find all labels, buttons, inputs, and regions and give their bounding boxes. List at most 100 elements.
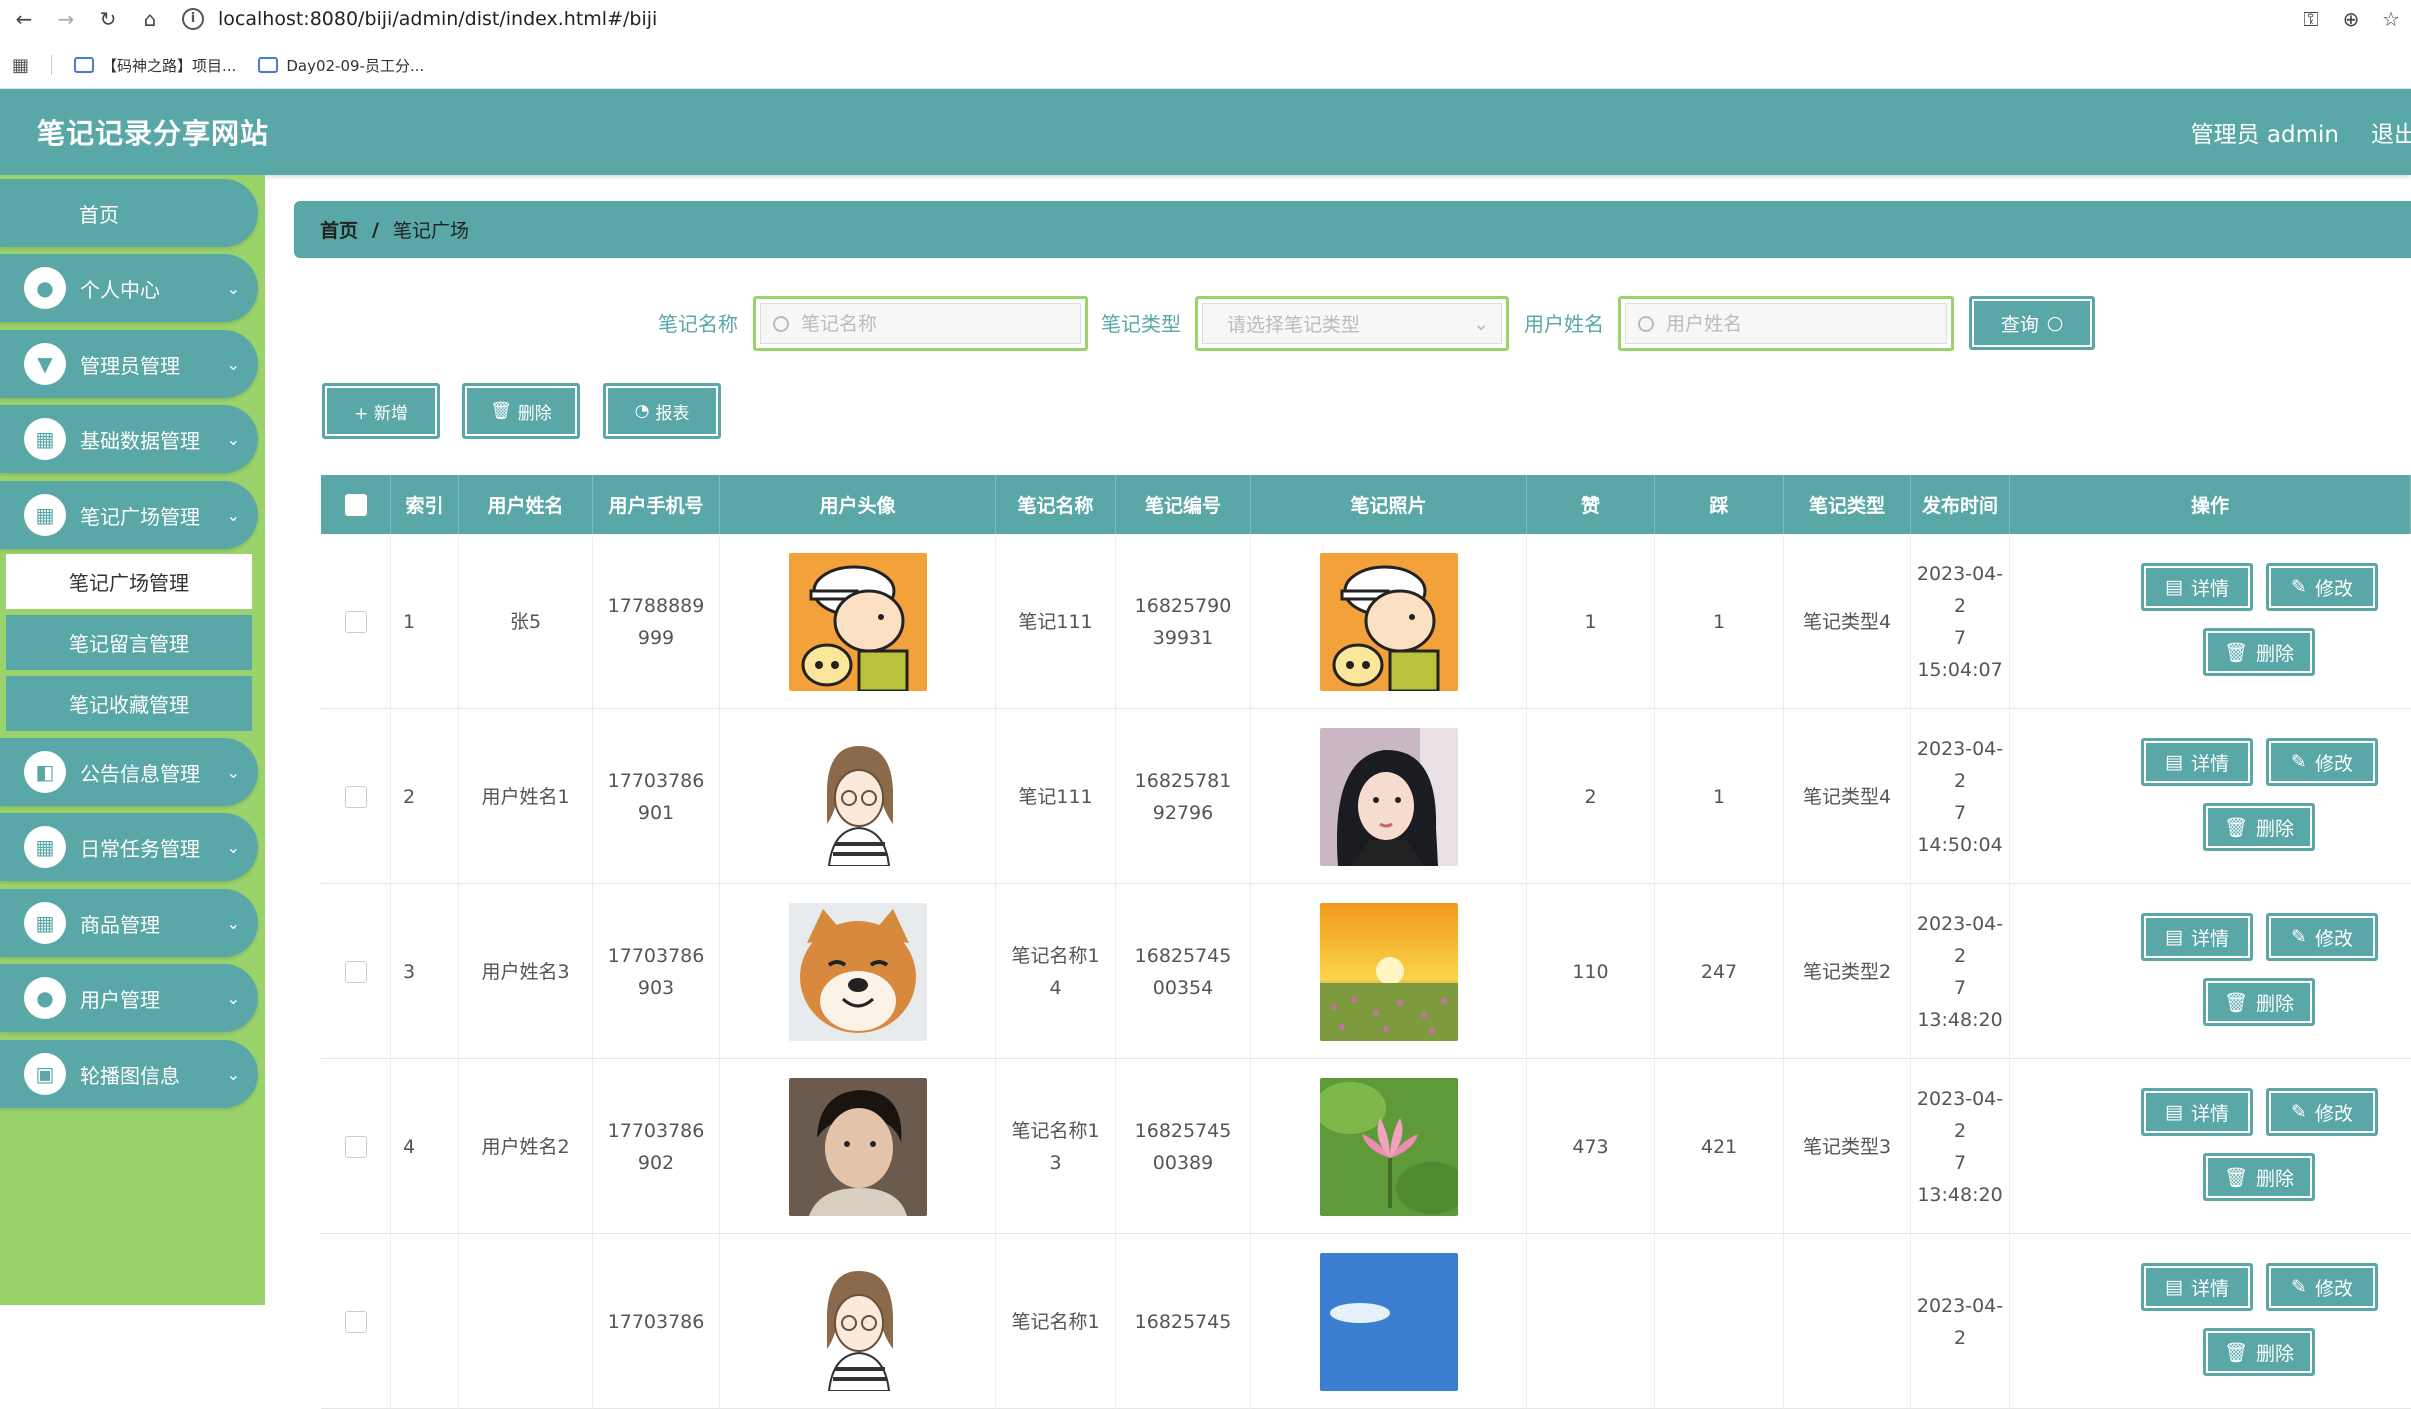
delete-button[interactable]: 🗑 删除 bbox=[462, 383, 580, 439]
select-all-checkbox[interactable] bbox=[344, 493, 367, 516]
sidebar-item-notices[interactable]: ◧ 公告信息管理 ⌄ bbox=[0, 738, 258, 806]
sidebar-item-home[interactable]: 首页 bbox=[0, 179, 258, 247]
table-cell: 2023-04-2 7 14:50:04 bbox=[1911, 709, 2010, 884]
table-cell: 17703786 902 bbox=[593, 1059, 720, 1234]
table-cell: 2 bbox=[391, 709, 459, 884]
note-name-label: 笔记名称 bbox=[658, 312, 738, 336]
app-header: 笔记记录分享网站 管理员 admin 退出 bbox=[0, 89, 2411, 175]
sidebar-item-carousel[interactable]: ▣ 轮播图信息 ⌄ bbox=[0, 1040, 258, 1108]
sidebar-item-label: 个人中心 bbox=[80, 277, 160, 302]
note-name-field[interactable] bbox=[753, 296, 1088, 351]
reload-icon[interactable]: ↻ bbox=[90, 4, 126, 34]
table-cell: 笔记名称1 4 bbox=[996, 884, 1116, 1059]
row-select bbox=[321, 534, 391, 709]
user-avatar-cell bbox=[720, 709, 996, 884]
bookmark-item[interactable]: 【码神之路】项目... bbox=[74, 55, 236, 76]
edit-button[interactable]: ✎ 修改 bbox=[2266, 913, 2378, 961]
row-delete-button[interactable]: 🗑 删除 bbox=[2203, 803, 2315, 851]
report-button-label: 报表 bbox=[655, 403, 690, 424]
report-button[interactable]: ◔ 报表 bbox=[603, 383, 721, 439]
submenu-note-comments[interactable]: 笔记留言管理 bbox=[6, 615, 252, 670]
detail-button[interactable]: ▤ 详情 bbox=[2141, 1088, 2253, 1136]
add-button[interactable]: + 新增 bbox=[322, 383, 440, 439]
user-name-label: 用户姓名 bbox=[1524, 312, 1604, 336]
detail-button[interactable]: ▤ 详情 bbox=[2141, 1263, 2253, 1311]
detail-button[interactable]: ▤ 详情 bbox=[2141, 913, 2253, 961]
chevron-down-icon: ⌄ bbox=[226, 354, 240, 374]
note-photo-cell bbox=[1251, 709, 1527, 884]
browser-actions: ⚿ ⊕ ☆ bbox=[2291, 0, 2411, 37]
home-icon[interactable]: ⌂ bbox=[132, 4, 168, 34]
table-cell: 笔记类型3 bbox=[1784, 1059, 1911, 1234]
grid-icon: ▦ bbox=[24, 494, 66, 536]
column-header: 操作 bbox=[2010, 475, 2411, 534]
note-name-input[interactable] bbox=[801, 312, 1080, 335]
table-cell: 4 bbox=[391, 1059, 459, 1234]
submenu-note-square[interactable]: 笔记广场管理 bbox=[6, 554, 252, 609]
cell-text: 17703786 901 bbox=[607, 769, 705, 824]
user-avatar bbox=[788, 1252, 927, 1391]
apps-grid-icon[interactable]: ▦ bbox=[12, 55, 29, 76]
table-cell: 笔记111 bbox=[996, 534, 1116, 709]
cell-text: 2023-04-2 7 13:48:20 bbox=[1916, 1087, 2004, 1206]
sidebar-item-profile[interactable]: ● 个人中心 ⌄ bbox=[0, 254, 258, 322]
sidebar-item-basic-data[interactable]: ▦ 基础数据管理 ⌄ bbox=[0, 405, 258, 473]
document-icon: ▤ bbox=[2165, 1276, 2183, 1298]
edit-button[interactable]: ✎ 修改 bbox=[2266, 1088, 2378, 1136]
note-type-select[interactable]: 请选择笔记类型 ⌄ bbox=[1195, 296, 1509, 351]
note-photo bbox=[1319, 727, 1458, 866]
sidebar-item-label: 基础数据管理 bbox=[80, 428, 200, 453]
zoom-icon[interactable]: ⊕ bbox=[2331, 7, 2371, 31]
forward-arrow-icon[interactable]: → bbox=[48, 4, 84, 34]
row-delete-button[interactable]: 🗑 删除 bbox=[2203, 1328, 2315, 1376]
user-name-field[interactable] bbox=[1618, 296, 1954, 351]
row-checkbox[interactable] bbox=[344, 785, 367, 808]
breadcrumb-home[interactable]: 首页 bbox=[320, 216, 358, 243]
address-bar[interactable]: i localhost:8080/biji/admin/dist/index.h… bbox=[182, 3, 657, 35]
table-cell: 用户姓名2 bbox=[459, 1059, 593, 1234]
user-name-input[interactable] bbox=[1666, 312, 1946, 335]
table-cell: 17703786 901 bbox=[593, 709, 720, 884]
edit-button[interactable]: ✎ 修改 bbox=[2266, 563, 2378, 611]
site-info-icon[interactable]: i bbox=[182, 7, 204, 30]
sidebar: 首页 ● 个人中心 ⌄ ▼ 管理员管理 ⌄ ▦ 基础数据管理 ⌄ ▦ 笔记广场管理 ⌄ 笔记广场… bbox=[0, 175, 265, 1305]
table-cell: 16825781 92796 bbox=[1116, 709, 1251, 884]
detail-button[interactable]: ▤ 详情 bbox=[2141, 563, 2253, 611]
edit-button[interactable]: ✎ 修改 bbox=[2266, 1263, 2378, 1311]
row-delete-button[interactable]: 🗑 删除 bbox=[2203, 1153, 2315, 1201]
table-cell: 473 bbox=[1527, 1059, 1655, 1234]
row-checkbox[interactable] bbox=[344, 1310, 367, 1333]
back-arrow-icon[interactable]: ← bbox=[6, 4, 42, 34]
sidebar-item-users[interactable]: ● 用户管理 ⌄ bbox=[0, 964, 258, 1032]
submenu-note-favorites[interactable]: 笔记收藏管理 bbox=[6, 676, 252, 731]
row-checkbox[interactable] bbox=[344, 960, 367, 983]
document-icon: ▤ bbox=[2165, 751, 2183, 773]
bookmark-folder-icon bbox=[258, 57, 279, 73]
row-checkbox[interactable] bbox=[344, 610, 367, 633]
sidebar-item-daily-tasks[interactable]: ▦ 日常任务管理 ⌄ bbox=[0, 813, 258, 881]
bookmark-item[interactable]: Day02-09-员工分... bbox=[258, 55, 424, 76]
pencil-icon: ✎ bbox=[2291, 926, 2307, 948]
table-cell: 2023-04-2 7 15:04:07 bbox=[1911, 534, 2010, 709]
document-icon: ▤ bbox=[2165, 1101, 2183, 1123]
sidebar-item-products[interactable]: ▦ 商品管理 ⌄ bbox=[0, 889, 258, 957]
table-cell: 笔记类型2 bbox=[1784, 884, 1911, 1059]
table-cell: 用户姓名3 bbox=[459, 884, 593, 1059]
key-icon[interactable]: ⚿ bbox=[2291, 7, 2331, 31]
star-icon[interactable]: ☆ bbox=[2371, 7, 2411, 31]
sidebar-item-admin[interactable]: ▼ 管理员管理 ⌄ bbox=[0, 330, 258, 398]
logout-link[interactable]: 退出 bbox=[2371, 115, 2411, 149]
query-button[interactable]: 查询 ○ bbox=[1969, 296, 2095, 350]
row-delete-button[interactable]: 🗑 删除 bbox=[2203, 978, 2315, 1026]
row-delete-button[interactable]: 🗑 删除 bbox=[2203, 628, 2315, 676]
edit-button[interactable]: ✎ 修改 bbox=[2266, 738, 2378, 786]
user-avatar-cell bbox=[720, 1234, 996, 1409]
delete-button-label: 删除 bbox=[2256, 817, 2295, 840]
column-header: 发布时间 bbox=[1911, 475, 2010, 534]
row-checkbox[interactable] bbox=[344, 1135, 367, 1158]
table-cell: 笔记名称1 3 bbox=[996, 1059, 1116, 1234]
detail-button[interactable]: ▤ 详情 bbox=[2141, 738, 2253, 786]
sidebar-item-note-square[interactable]: ▦ 笔记广场管理 ⌄ bbox=[0, 481, 258, 549]
row-actions: ▤ 详情 ✎ 修改 🗑 删除 bbox=[2010, 1059, 2411, 1234]
table-cell: 247 bbox=[1655, 884, 1784, 1059]
